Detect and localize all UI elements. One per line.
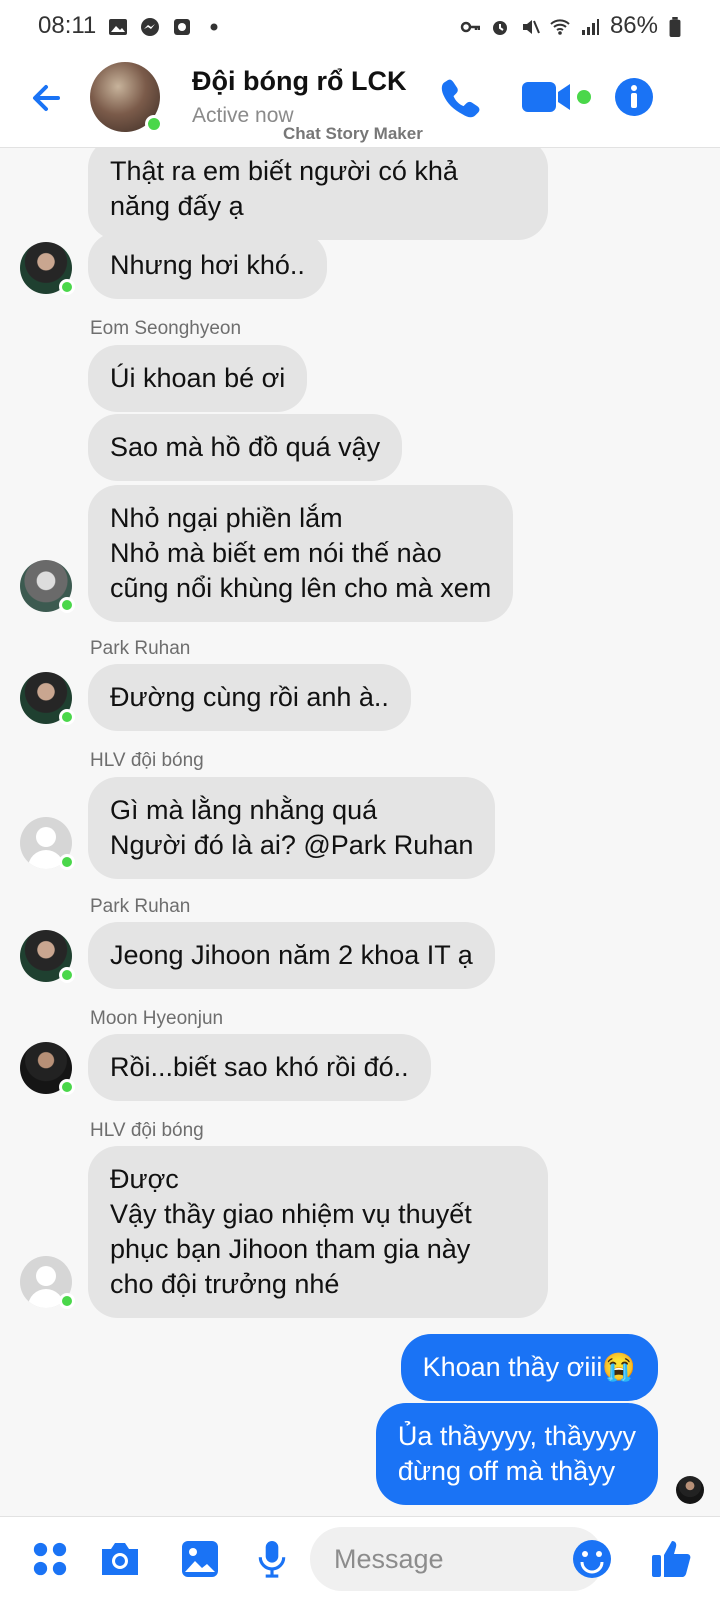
alarm-icon [490,16,510,36]
sender-name: Park Ruhan [90,638,191,659]
apps-grid-icon[interactable] [28,1537,72,1581]
avatar[interactable] [20,817,75,870]
composer-bar [0,1516,720,1600]
group-avatar[interactable] [90,62,163,133]
clock: 08:11 [38,12,97,39]
back-arrow-icon[interactable] [28,78,68,118]
mute-icon [520,16,540,36]
active-status: Active now [192,104,294,127]
avatar[interactable] [20,930,75,983]
camera-icon[interactable] [98,1537,142,1581]
thumbs-up-icon[interactable] [650,1537,694,1581]
online-status-dot [145,115,163,133]
gallery-icon [108,16,128,36]
message-bubble[interactable]: Được Vậy thầy giao nhiệm vụ thuyết phục … [88,1146,548,1318]
watermark-text: Chat Story Maker [283,124,423,143]
message-bubble[interactable]: Nhỏ ngại phiền lắm Nhỏ mà biết em nói th… [88,485,514,622]
message-bubble[interactable]: Thật ra em biết người có khả năng đấy ạ [88,148,548,240]
my-message-bubble[interactable]: Ủa thầyyyy, thầyyyy đừng off mà thầyy [375,1403,658,1505]
info-icon[interactable] [614,74,654,120]
video-call-icon[interactable] [520,74,594,120]
my-message-bubble[interactable]: Khoan thầy ơiii😭 [400,1334,658,1401]
message-bubble[interactable]: Úi khoan bé ơi [88,345,308,412]
status-bar: 08:11 86% [0,0,720,52]
message-bubble[interactable]: Sao mà hồ đồ quá vậy [88,414,403,481]
sender-name: Eom Seonghyeon [90,318,242,339]
message-input[interactable] [310,1527,604,1591]
emoji-icon[interactable] [572,1539,612,1579]
message-bubble[interactable]: Gì mà lằng nhằng quá Người đó là ai? @Pa… [88,777,496,879]
conversation-title[interactable]: Đội bóng rổ LCK [192,66,406,97]
battery-icon [668,16,682,37]
avatar[interactable] [20,1256,75,1309]
sender-name: Moon Hyeonjun [90,1008,224,1029]
phone-call-icon[interactable] [436,74,482,120]
avatar[interactable] [20,672,75,725]
microphone-icon[interactable] [250,1537,294,1581]
photo-gallery-icon[interactable] [178,1537,222,1581]
message-bubble[interactable]: Jeong Jihoon năm 2 khoa IT ạ [88,922,495,989]
conversation-header: Đội bóng rổ LCK Active now Chat Story Ma… [0,52,720,148]
online-status-dot [59,1293,75,1309]
online-status-dot [59,709,75,725]
message-bubble[interactable]: Đường cùng rồi anh à.. [88,664,411,731]
sender-name: Park Ruhan [90,896,191,917]
seen-avatar [676,1476,704,1504]
online-status-dot [59,597,75,613]
sender-name: HLV đội bóng [90,750,204,771]
signal-icon [580,16,600,36]
wifi-icon [550,16,570,36]
message-bubble[interactable]: Rồi...biết sao khó rồi đó.. [88,1034,431,1101]
sender-name: HLV đội bóng [90,1120,204,1141]
online-status-dot [59,1079,75,1095]
online-status-dot [59,279,75,295]
messenger-icon [140,16,160,36]
battery-percent: 86% [609,12,658,39]
message-bubble[interactable]: Nhưng hơi khó.. [88,232,327,299]
avatar[interactable] [20,1042,75,1095]
key-icon [460,16,481,36]
online-status-dot [59,967,75,983]
avatar[interactable] [20,242,75,295]
online-status-dot [59,854,75,870]
message-list[interactable]: Thật ra em biết người có khả năng đấy ạ … [0,148,720,1516]
dot-icon [204,16,224,36]
avatar[interactable] [20,560,75,613]
app-icon [172,16,192,36]
